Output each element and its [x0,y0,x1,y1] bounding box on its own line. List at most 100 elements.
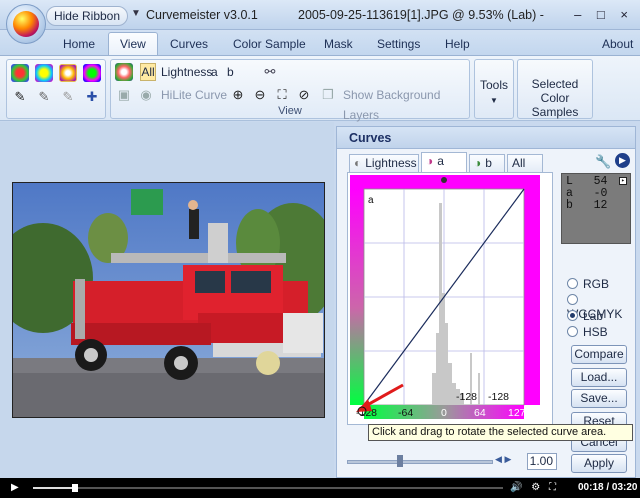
curves-tab-b[interactable]: ◑ b [469,154,505,172]
mode-radio-wgcmyk[interactable]: WGCMYK [567,293,635,321]
curves-tab-all[interactable]: All [507,154,543,172]
zoom-fit-icon[interactable]: ⛶ [273,86,291,104]
tab-color-sample[interactable]: Color Sample [233,37,306,51]
zoom-out-icon[interactable]: ⊖ [251,86,269,104]
curves-tab-a[interactable]: ◑ a [421,152,467,173]
channel-all-button[interactable]: All [140,63,156,81]
playback-time: 00:18 / 03:20 [578,482,638,493]
tab-home[interactable]: Home [63,37,95,51]
graph-channel-label: a [368,195,374,206]
seek-knob[interactable] [72,484,79,492]
title-bar: Hide Ribbon ▼ Curvemeister v3.0.1 2005-0… [0,0,640,44]
image-preview[interactable] [12,182,325,418]
play-icon[interactable]: ▶ [11,482,19,493]
hilite-curve-toggle-icon[interactable]: ▣ [115,86,133,104]
cmy-wheel-icon[interactable] [35,64,53,82]
zoom-actual-icon[interactable]: ⊘ [295,86,313,104]
sampler-tools-group: ✎ ✎ ✎ ✚ [6,59,106,119]
curves-tab-lightness-label: Lightness [365,156,417,170]
show-background-layers-button[interactable]: Show Background Layers [343,85,469,122]
tab-view[interactable]: View [108,32,158,56]
readout-b-value: 12 [593,199,608,212]
lab-readout: L 54 a -0 b 12 ▸ [561,173,631,244]
right-gradient-bar [524,189,540,405]
about-link[interactable]: About [602,37,633,51]
apply-button[interactable]: Apply [571,454,627,473]
curves-tab-b-label: b [485,156,492,170]
readout-label-left: -128 [456,391,477,403]
readout-expand-icon[interactable]: ▸ [619,177,627,185]
rotation-slider-thumb[interactable] [397,455,403,467]
rotation-slider-track[interactable] [347,460,493,464]
white-eyedropper-icon[interactable]: ✎ [59,88,77,106]
mode-label: Lab [583,309,604,323]
axis-tick-label: -64 [398,407,413,419]
radio-dot-icon [567,278,578,289]
mode-radio-rgb[interactable]: RGB [567,277,609,293]
app-menu-orb-icon[interactable] [6,4,46,44]
tab-settings[interactable]: Settings [377,37,420,51]
seek-progress [33,487,76,489]
tools-label: Tools [479,78,508,92]
gradient-wheel-icon[interactable] [59,64,77,82]
curves-panel-title: Curves [337,127,635,149]
player-control-icons[interactable]: 🔊 ⚙ ⛶ [510,482,559,493]
wrench-icon[interactable]: 🔧 [595,154,611,170]
hilite-curve-button[interactable]: HiLite Curve [161,85,227,105]
load-button[interactable]: Load... [571,368,627,387]
radio-dot-selected-icon [567,310,578,321]
channel-a-button[interactable]: a [211,62,218,82]
window-controls[interactable]: – □ × [574,7,634,22]
background-layers-icon[interactable]: ❐ [319,86,337,104]
tools-button[interactable]: Tools ▼ [474,59,514,119]
quick-access-chevron-icon[interactable]: ▼ [131,8,141,19]
selected-color-samples-button[interactable]: Selected Color Samples [517,59,593,119]
mode-radio-lab[interactable]: Lab [567,309,603,325]
view-group-label: View [278,105,302,117]
axis-tick-label: 64 [474,407,486,419]
hide-ribbon-button[interactable]: Hide Ribbon [46,6,128,26]
curve-graph-svg: a -128 -128 -128 -64 0 64 127 [348,173,552,424]
document-title: 2005-09-25-113619[1].JPG @ 9.53% (Lab) - [298,8,544,22]
panel-menu-arrow-icon[interactable]: ▶ [615,153,630,168]
slider-value-field[interactable]: 1.00 [527,453,557,470]
slider-step-arrows[interactable]: ◀ ▶ [495,454,521,470]
zoom-in-icon[interactable]: ⊕ [229,86,247,104]
dropdown-arrow-icon: ▼ [490,96,498,105]
gray-eyedropper-icon[interactable]: ✎ [35,88,53,106]
ribbon-tabs: Home View Curves Color Sample Mask Setti… [0,30,640,56]
curve-graph[interactable]: a -128 -128 -128 -64 0 64 127 [347,172,553,425]
mode-label: HSB [583,325,608,339]
curves-tab-lightness[interactable]: ◐ Lightness [349,154,419,172]
app-title: Curvemeister v3.0.1 [146,8,258,22]
channel-b-button[interactable]: b [227,62,234,82]
a-channel-icon: ◑ [426,154,434,168]
view-group: All Lightness a b ⚯ ▣ ◉ HiLite Curve ⊕ ⊖… [110,59,470,122]
image-workspace [0,122,334,478]
radio-dot-icon [567,326,578,337]
top-handle-icon [441,177,447,183]
tooltip: Click and drag to rotate the selected cu… [368,424,633,441]
curves-tab-a-label: a [437,154,444,168]
tab-curves[interactable]: Curves [170,37,208,51]
save-button[interactable]: Save... [571,389,627,408]
lab-wheel-icon[interactable] [83,64,101,82]
link-icon[interactable]: ⚯ [261,63,279,81]
sample-add-icon[interactable]: ✚ [83,88,101,106]
mode-radio-hsb[interactable]: HSB [567,325,608,341]
step-right-icon: ▶ [504,454,512,464]
color-wheel-icon[interactable] [11,64,29,82]
curve-color-icon[interactable] [115,63,133,81]
axis-tick-label: 127 [508,407,526,419]
black-eyedropper-icon[interactable]: ✎ [11,88,29,106]
tab-help[interactable]: Help [445,37,470,51]
hilite-eye-icon[interactable]: ◉ [137,86,155,104]
video-player-bar: ▶ 🔊 ⚙ ⛶ 00:18 / 03:20 [0,478,640,498]
seek-track[interactable] [33,487,503,489]
ribbon-panel: ✎ ✎ ✎ ✚ All Lightness a b ⚯ ▣ ◉ HiLite C… [0,55,640,122]
lightness-icon: ◐ [354,156,362,170]
b-channel-icon: ◑ [474,156,482,170]
channel-lightness-button[interactable]: Lightness [161,62,212,82]
compare-button[interactable]: Compare [571,345,627,364]
tab-mask[interactable]: Mask [324,37,353,51]
